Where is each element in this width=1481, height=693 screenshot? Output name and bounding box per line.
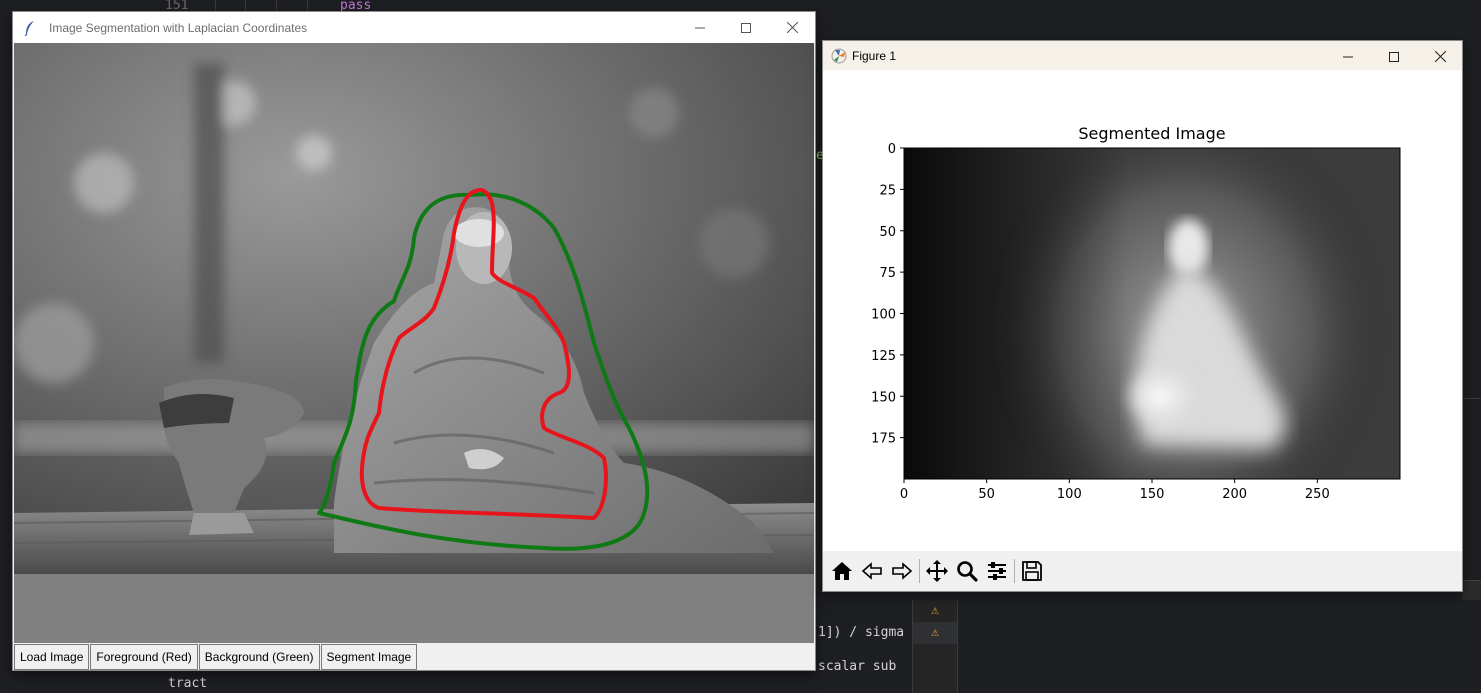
save-icon (1022, 561, 1042, 581)
minimize-button[interactable] (1325, 41, 1371, 72)
figure-window: Figure 1 Segmented Image 0 50 100 150 20… (822, 40, 1463, 592)
monk-photo (14, 43, 814, 574)
window-title: Image Segmentation with Laplacian Coordi… (49, 20, 308, 35)
feather-icon (21, 19, 39, 37)
x-tick-label: 150 (1140, 487, 1165, 502)
heatmap-image (904, 148, 1400, 479)
segmentation-window: Image Segmentation with Laplacian Coordi… (12, 11, 816, 671)
matplotlib-icon (830, 47, 848, 65)
x-axis: 0 50 100 150 200 250 (900, 479, 1330, 502)
pan-button[interactable] (922, 556, 952, 586)
figure-canvas[interactable]: Segmented Image 0 50 100 150 200 250 0 25 50 75 1… (823, 70, 1462, 551)
close-button[interactable] (769, 12, 815, 43)
x-tick-label: 100 (1057, 487, 1082, 502)
y-tick-label: 125 (871, 349, 896, 364)
window-titlebar[interactable]: Figure 1 (823, 41, 1462, 70)
toolbar-separator (1014, 559, 1015, 583)
save-button[interactable] (1017, 556, 1047, 586)
window-title: Figure 1 (852, 48, 897, 63)
segment-image-button[interactable]: Segment Image (320, 644, 418, 670)
home-icon (832, 562, 852, 580)
configure-button[interactable] (982, 556, 1012, 586)
back-icon (861, 562, 882, 580)
divider (1462, 398, 1481, 399)
x-tick-label: 200 (1222, 487, 1247, 502)
x-tick-label: 250 (1305, 487, 1330, 502)
warning-icon[interactable]: ⚠ (926, 603, 944, 619)
navigation-toolbar (823, 551, 1462, 591)
y-tick-label: 150 (871, 390, 896, 405)
y-tick-label: 75 (879, 266, 896, 281)
close-button[interactable] (1417, 41, 1463, 72)
close-icon (1434, 51, 1446, 62)
x-tick-label: 50 (978, 487, 995, 502)
x-tick-label: 0 (900, 487, 908, 502)
close-icon (786, 22, 798, 33)
y-tick-label: 25 (879, 183, 896, 198)
y-tick-label: 100 (871, 308, 896, 323)
window-titlebar[interactable]: Image Segmentation with Laplacian Coordi… (13, 12, 815, 43)
drawing-canvas[interactable] (14, 43, 814, 643)
minimize-icon (695, 27, 705, 28)
minimize-button[interactable] (677, 12, 723, 43)
button-bar: Load Image Foreground (Red) Background (… (14, 644, 418, 670)
zoom-icon (957, 561, 978, 582)
maximize-icon (741, 22, 751, 33)
warning-icon[interactable]: ⚠ (926, 625, 944, 641)
y-tick-label: 50 (879, 225, 896, 240)
load-image-button[interactable]: Load Image (14, 644, 90, 670)
chart-title: Segmented Image (1078, 124, 1225, 143)
maximize-icon (1389, 51, 1399, 62)
segmented-image-chart: Segmented Image 0 50 100 150 200 250 0 25 50 75 1… (871, 124, 1401, 502)
forward-button[interactable] (887, 556, 917, 586)
side-panel (1462, 580, 1481, 600)
window-controls (1325, 41, 1463, 72)
configure-icon (988, 562, 1006, 580)
back-button[interactable] (857, 556, 887, 586)
minimize-icon (1343, 56, 1353, 57)
y-axis: 0 25 50 75 100 125 150 175 (871, 142, 904, 447)
toolbar-separator (919, 559, 920, 583)
home-button[interactable] (827, 556, 857, 586)
maximize-button[interactable] (723, 12, 769, 43)
background-green-button[interactable]: Background (Green) (198, 644, 320, 670)
zoom-button[interactable] (952, 556, 982, 586)
code-fragment: scalar sub (818, 659, 897, 674)
forward-icon (892, 562, 913, 580)
code-fragment: tract (168, 676, 208, 691)
y-tick-label: 0 (888, 142, 896, 157)
foreground-red-button[interactable]: Foreground (Red) (90, 644, 198, 670)
maximize-button[interactable] (1371, 41, 1417, 72)
code-fragment: 1]) / sigma (818, 625, 905, 640)
pan-icon (926, 560, 948, 582)
window-controls (677, 12, 815, 43)
y-tick-label: 175 (871, 432, 896, 447)
